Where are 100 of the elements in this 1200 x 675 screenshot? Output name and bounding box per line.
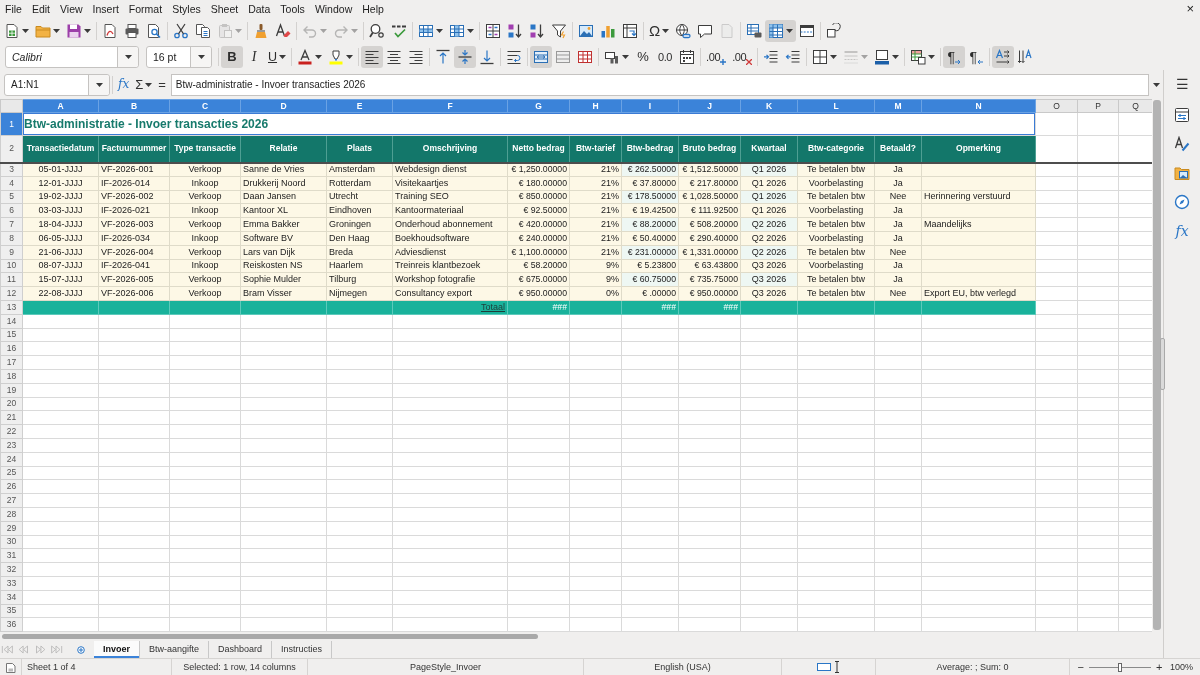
table-printer-icon xyxy=(746,23,763,39)
menu-item[interactable]: Window xyxy=(309,1,358,17)
caret-icon xyxy=(786,29,794,33)
add-decimal-button[interactable]: .00 xyxy=(703,46,730,68)
compass-icon xyxy=(1174,194,1190,210)
column-header[interactable]: O xyxy=(1035,99,1078,113)
zoom-in-button[interactable]: + xyxy=(1154,661,1165,673)
column-header[interactable]: A xyxy=(22,99,99,113)
column-header[interactable]: E xyxy=(326,99,393,113)
caret-icon xyxy=(22,29,29,33)
caret-icon xyxy=(124,55,132,59)
bold-button[interactable]: B xyxy=(221,46,243,68)
column-header[interactable]: B xyxy=(98,99,170,113)
menu-item[interactable]: Sheet xyxy=(205,1,244,17)
function-wizard-button[interactable]: fx xyxy=(115,73,133,96)
number-format-button[interactable]: 0.0 xyxy=(654,46,677,68)
align-right-icon xyxy=(408,49,425,65)
caret-icon xyxy=(861,55,869,59)
sort-down-arrow-icon xyxy=(507,23,523,39)
language-text[interactable]: English (USA) xyxy=(654,661,711,673)
left-to-right-button[interactable]: ¶ xyxy=(943,46,966,68)
banknote-coins-icon xyxy=(604,49,621,65)
column-header[interactable]: J xyxy=(678,99,741,113)
row-header[interactable]: 2 xyxy=(0,135,23,163)
zoom-percentage-text[interactable]: 100% xyxy=(1170,661,1194,673)
table-header: Opmerking xyxy=(921,135,1036,163)
scrollbar-thumb[interactable] xyxy=(2,634,538,639)
menu-item[interactable]: Data xyxy=(243,1,276,17)
column-header[interactable]: F xyxy=(392,99,508,113)
scissors-icon xyxy=(173,23,189,39)
sum-button[interactable]: Σ xyxy=(132,73,156,96)
formula-button[interactable]: = xyxy=(155,73,169,96)
menu-item[interactable]: File xyxy=(0,1,27,17)
two-documents-icon xyxy=(195,23,211,39)
indent-left-icon xyxy=(785,49,802,65)
skip-left-icon xyxy=(1,645,15,654)
clipboard-icon xyxy=(217,23,233,39)
menu-item[interactable]: Help xyxy=(357,1,389,17)
menu-item[interactable]: Format xyxy=(123,1,168,17)
formula-input-field[interactable]: Btw-administratie - Invoer transacties 2026 xyxy=(170,73,1149,96)
double-triangle-right-icon xyxy=(33,645,47,654)
scrollbar-thumb[interactable] xyxy=(1153,100,1161,630)
font-size-combobox[interactable]: 16 pt xyxy=(146,46,212,68)
column-header[interactable]: N xyxy=(921,99,1036,113)
folder-icon xyxy=(35,23,51,39)
column-header[interactable]: I xyxy=(621,99,679,113)
sheet-tab[interactable]: Dashboard xyxy=(209,641,273,658)
align-left-button[interactable] xyxy=(361,46,384,68)
caret-icon xyxy=(892,55,900,59)
letter-color-bar-icon xyxy=(297,49,314,65)
functions-tab[interactable]: fx xyxy=(1169,219,1195,243)
sort-down-arrow-icon xyxy=(529,23,545,39)
zoom-out-button[interactable]: − xyxy=(1075,661,1086,673)
caret-icon xyxy=(436,29,443,33)
column-header[interactable]: K xyxy=(740,99,798,113)
sheet-tab[interactable]: Invoer xyxy=(94,641,140,658)
letter-eraser-icon xyxy=(275,23,291,39)
font-name-combobox[interactable]: Calibri xyxy=(5,46,139,68)
menu-item[interactable]: View xyxy=(55,1,88,17)
delete-decimal-button[interactable]: .00 xyxy=(729,46,756,68)
special-character-button[interactable]: Ω xyxy=(646,20,673,42)
sidebar-collapse-handle[interactable] xyxy=(1160,338,1165,390)
sheet-tab[interactable]: Instructies xyxy=(272,641,333,658)
caret-icon xyxy=(197,55,205,59)
freeze-rows-columns-button[interactable] xyxy=(765,20,797,42)
sheet-tab[interactable]: Btw-aangifte xyxy=(140,641,210,658)
funnel-icon xyxy=(551,23,567,39)
menu-item[interactable]: Tools xyxy=(275,1,310,17)
center-vertically-button[interactable] xyxy=(454,46,477,68)
menu-item[interactable]: Edit xyxy=(26,1,55,17)
sidebar-menu-button[interactable]: ☰ xyxy=(1169,74,1195,94)
text-left-to-right-button[interactable] xyxy=(992,46,1015,68)
column-header[interactable]: L xyxy=(797,99,875,113)
split-window-icon xyxy=(799,23,816,39)
column-header[interactable]: Q xyxy=(1118,99,1152,113)
column-header[interactable]: C xyxy=(169,99,241,113)
row-header[interactable]: 1 xyxy=(0,112,23,136)
page-style-text[interactable]: PageStyle_Invoer xyxy=(409,661,481,673)
menu-item[interactable]: Insert xyxy=(87,1,124,17)
slider-thumb[interactable] xyxy=(1118,662,1122,672)
column-header[interactable]: P xyxy=(1077,99,1119,113)
name-box-combobox[interactable]: A1:N1 xyxy=(4,73,110,96)
merge-center-button[interactable] xyxy=(530,46,553,68)
right-to-left-button[interactable]: ¶ xyxy=(965,46,988,68)
column-header[interactable]: D xyxy=(240,99,327,113)
table-header: Factuurnummer xyxy=(98,135,170,163)
close-document-button[interactable]: × xyxy=(1183,1,1197,17)
column-header[interactable]: G xyxy=(507,99,570,113)
menu-item[interactable]: Styles xyxy=(167,1,206,17)
column-header[interactable]: M xyxy=(874,99,922,113)
printer-icon xyxy=(124,23,140,39)
split-grid-icon xyxy=(577,49,594,65)
skip-right-icon xyxy=(49,645,63,654)
table-header: Btw-categorie xyxy=(797,135,875,163)
selection-status-text: Selected: 1 row, 14 columns xyxy=(183,661,296,673)
underline-button[interactable]: U xyxy=(265,46,290,68)
column-header[interactable]: H xyxy=(569,99,622,113)
percent-format-button[interactable]: % xyxy=(632,46,655,68)
italic-button[interactable]: I xyxy=(243,46,265,68)
properties-panel-icon xyxy=(1174,107,1190,123)
